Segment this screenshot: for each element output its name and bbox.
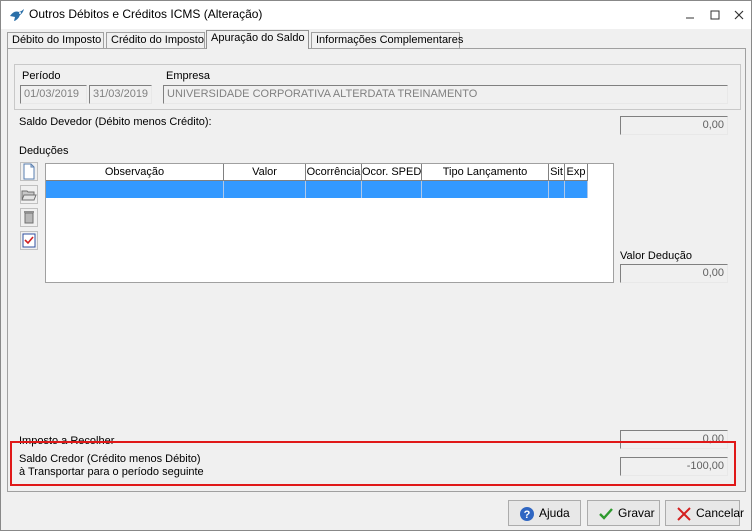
periodo-inicio-field[interactable]: 01/03/2019 [20, 85, 87, 104]
help-icon: ? [520, 507, 534, 521]
deducoes-label: Deduções [19, 145, 69, 157]
svg-text:?: ? [524, 509, 531, 521]
valor-deducao-field[interactable]: 0,00 [620, 264, 728, 283]
gravar-button[interactable]: Gravar [587, 500, 660, 526]
cancel-x-icon [677, 507, 691, 521]
table-row-selected[interactable] [46, 181, 588, 198]
valor-deducao-label: Valor Dedução [620, 250, 692, 262]
col-tipo-lancamento[interactable]: Tipo Lançamento [422, 164, 549, 181]
tab-label: Débito do Imposto [12, 34, 102, 46]
grid-header: Observação Valor Ocorrência Ocor. SPED T… [46, 164, 588, 181]
empresa-field[interactable]: UNIVERSIDADE CORPORATIVA ALTERDATA TREIN… [163, 85, 728, 104]
col-valor[interactable]: Valor [224, 164, 306, 181]
saldo-devedor-label: Saldo Devedor (Débito menos Crédito): [19, 116, 212, 128]
table-cell[interactable] [362, 181, 422, 198]
ajuda-label: Ajuda [539, 506, 570, 520]
new-deducao-button[interactable] [20, 162, 38, 181]
tab-label: Apuração do Saldo [211, 32, 305, 44]
window-title: Outros Débitos e Créditos ICMS (Alteraçã… [29, 7, 263, 21]
delete-deducao-button[interactable] [20, 208, 38, 227]
empresa-label: Empresa [166, 70, 211, 82]
new-document-icon [23, 163, 35, 180]
close-icon[interactable] [732, 9, 746, 21]
table-cell[interactable] [565, 181, 588, 198]
tab-label: Informações Complementares [316, 34, 464, 46]
delete-icon [24, 211, 34, 224]
col-exp[interactable]: Exp [565, 164, 588, 181]
cancelar-button[interactable]: Cancelar [665, 500, 744, 526]
ajuda-button[interactable]: ? Ajuda [508, 500, 581, 526]
tab-apuracao-saldo[interactable]: Apuração do Saldo [206, 30, 309, 49]
checklist-icon [22, 233, 36, 248]
table-cell[interactable] [224, 181, 306, 198]
table-cell[interactable] [422, 181, 549, 198]
cancelar-label: Cancelar [696, 506, 745, 520]
saldo-devedor-field[interactable]: 0,00 [620, 116, 728, 135]
maximize-icon[interactable] [708, 9, 722, 21]
table-cell[interactable] [549, 181, 565, 198]
gravar-label: Gravar [618, 506, 655, 520]
tab-page-apuracao: Período 01/03/2019 31/03/2019 Empresa UN… [7, 48, 746, 492]
title-bar: Outros Débitos e Créditos ICMS (Alteraçã… [1, 1, 751, 29]
app-bird-icon [10, 9, 24, 21]
table-cell[interactable] [46, 181, 224, 198]
tab-credito-imposto[interactable]: Crédito do Imposto [106, 32, 205, 48]
tab-label: Crédito do Imposto [111, 34, 204, 46]
periodo-fim-field[interactable]: 31/03/2019 [89, 85, 152, 104]
tab-informacoes-complementares[interactable]: Informações Complementares [311, 32, 464, 48]
periodo-label: Período [22, 70, 61, 82]
col-ocorrencia[interactable]: Ocorrência [306, 164, 362, 181]
highlight-box [10, 441, 736, 486]
open-deducao-button[interactable] [20, 185, 38, 204]
col-sit[interactable]: Sit [549, 164, 565, 181]
minimize-icon[interactable] [683, 9, 697, 21]
checklist-button[interactable] [20, 231, 38, 250]
open-folder-icon [21, 190, 37, 201]
checkmark-icon [599, 508, 613, 520]
deducoes-grid[interactable]: Observação Valor Ocorrência Ocor. SPED T… [45, 163, 614, 283]
tab-debito-imposto[interactable]: Débito do Imposto [7, 32, 104, 48]
dialog-window: Outros Débitos e Créditos ICMS (Alteraçã… [0, 0, 752, 531]
col-ocor-sped[interactable]: Ocor. SPED [362, 164, 422, 181]
table-cell[interactable] [306, 181, 362, 198]
col-observacao[interactable]: Observação [46, 164, 224, 181]
